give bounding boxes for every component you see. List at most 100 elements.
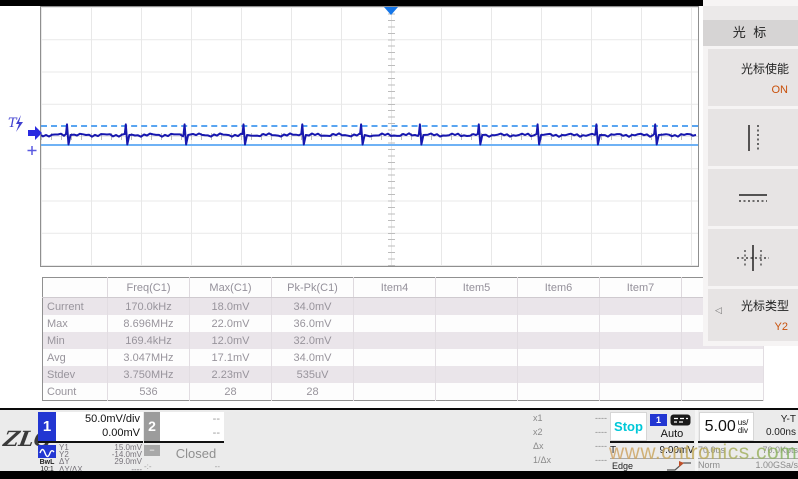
meas-cell	[518, 349, 600, 366]
chevron-left-icon: ◁	[715, 305, 722, 316]
meas-col-header: Max(C1)	[190, 278, 272, 298]
meas-cell	[436, 366, 518, 383]
cursor-x-label: 1/Δx	[533, 454, 551, 468]
meas-cell	[354, 315, 436, 332]
channel1-badge[interactable]: 1	[38, 412, 56, 441]
cursor-enable-value: ON	[708, 77, 798, 96]
meas-cell	[682, 383, 764, 401]
cursor-x-value: ----	[595, 426, 607, 440]
meas-cell	[354, 366, 436, 383]
waveform-trace	[41, 7, 698, 266]
timebase-readout[interactable]: 5.00 us/ div	[699, 412, 754, 441]
meas-cell: 3.047MHz	[108, 349, 190, 366]
meas-cell	[354, 349, 436, 366]
channel2-readout: -- --	[160, 412, 224, 441]
channel2-status: Closed	[158, 446, 234, 461]
bottom-frame-strip	[0, 471, 798, 479]
meas-row-label: Max	[43, 315, 108, 332]
meas-col-header: Item5	[436, 278, 518, 298]
meas-cell	[682, 349, 764, 366]
meas-col-header: Item4	[354, 278, 436, 298]
run-state-indicator[interactable]: Stop	[610, 412, 647, 441]
meas-row-label: Count	[43, 383, 108, 401]
meas-row-label: Current	[43, 298, 108, 316]
lightning-icon	[16, 115, 23, 132]
meas-cell	[518, 366, 600, 383]
channel2-ratio: -:-	[144, 462, 152, 471]
channel1-offset: 0.00mV	[56, 426, 140, 440]
channel1-position-arrow-icon[interactable]	[28, 126, 42, 140]
meas-row: Max8.696MHz22.0mV36.0mV	[43, 315, 764, 332]
meas-cell	[518, 298, 600, 316]
meas-cell: 36.0mV	[272, 315, 354, 332]
meas-col-header: Item6	[518, 278, 600, 298]
timebase-unit-bottom: div	[738, 426, 748, 435]
meas-cell	[436, 349, 518, 366]
cursor-x-label: Δx	[533, 440, 544, 454]
channel1-block[interactable]: 1 50.0mV/div 0.00mV BwL 10:1 Y115.0mV Y2…	[38, 412, 143, 470]
channel2-extra: --	[215, 462, 220, 471]
meas-row-label: Avg	[43, 349, 108, 366]
horizontal-cursors-icon	[737, 189, 769, 207]
cursor-enable-button[interactable]: 光标使能 ON	[708, 49, 798, 106]
meas-cell: 34.0mV	[272, 349, 354, 366]
measurement-table: Freq(C1)Max(C1)Pk-Pk(C1)Item4Item5Item6I…	[42, 277, 764, 401]
channel2-block[interactable]: 2 -- -- − Closed -:- --	[144, 412, 236, 470]
meas-corner-cell	[43, 278, 108, 298]
meas-row: Min169.4kHz12.0mV32.0mV	[43, 332, 764, 349]
meas-cell	[354, 383, 436, 401]
meas-cell	[518, 383, 600, 401]
meas-cell	[354, 332, 436, 349]
meas-col-header: Item7	[600, 278, 682, 298]
bandwidth-limit-label: BwL	[38, 459, 56, 466]
cursor-x-readouts: x1---- x2---- Δx---- 1/Δx----	[533, 412, 607, 470]
channel1-readout: 50.0mV/div 0.00mV	[56, 412, 143, 441]
channel2-offset: --	[160, 426, 220, 440]
meas-header-row: Freq(C1)Max(C1)Pk-Pk(C1)Item4Item5Item6I…	[43, 278, 764, 298]
meas-cell: 536	[108, 383, 190, 401]
meas-row-label: Stdev	[43, 366, 108, 383]
timebase-unit: us/ div	[738, 419, 749, 435]
meas-col-header: Freq(C1)	[108, 278, 190, 298]
cross-cursors-button[interactable]	[708, 229, 798, 286]
meas-cell: 17.1mV	[190, 349, 272, 366]
trigger-source-badge: 1	[650, 414, 667, 426]
pattern-icon	[670, 414, 691, 426]
meas-cell: 34.0mV	[272, 298, 354, 316]
meas-cell: 12.0mV	[190, 332, 272, 349]
meas-cell: 2.23mV	[190, 366, 272, 383]
meas-cell: 3.750MHz	[108, 366, 190, 383]
cursor-anchor-icon	[28, 146, 37, 155]
channel2-badge[interactable]: 2	[144, 412, 160, 441]
waveform-display	[40, 6, 699, 267]
cursor-x-value: ----	[595, 440, 607, 454]
meas-cell	[436, 298, 518, 316]
meas-cell: 28	[190, 383, 272, 401]
menu-title: 光 标	[703, 20, 798, 46]
meas-cell	[436, 383, 518, 401]
channel2-top-row: 2 -- --	[144, 412, 224, 443]
meas-row: Avg3.047MHz17.1mV34.0mV	[43, 349, 764, 366]
vertical-cursors-icon	[738, 122, 768, 154]
meas-cell	[354, 298, 436, 316]
cursor-x-value: ----	[595, 412, 607, 426]
channel1-scale: 50.0mV/div	[56, 412, 140, 426]
meas-cell	[436, 332, 518, 349]
watermark: www.cntronics.com	[609, 441, 797, 465]
channel-trigger-markers: T	[6, 112, 44, 158]
sidebar-top-strip	[703, 6, 798, 20]
meas-cell	[600, 383, 682, 401]
display-mode: Y-T	[754, 414, 796, 425]
cursor-menu-sidebar: 光 标 光标使能 ON ◁ 光标类型 Y2	[703, 0, 798, 346]
horizontal-cursors-button[interactable]	[708, 169, 798, 226]
meas-cell	[600, 366, 682, 383]
cursor-x-value: ----	[595, 454, 607, 468]
sine-wave-icon	[38, 445, 56, 458]
cursor-type-button[interactable]: ◁ 光标类型 Y2	[708, 289, 798, 341]
meas-cell: 169.4kHz	[108, 332, 190, 349]
meas-cell	[436, 315, 518, 332]
meas-cell	[518, 332, 600, 349]
cross-cursors-icon	[735, 242, 771, 274]
vertical-cursors-button[interactable]	[708, 109, 798, 166]
meas-cell	[682, 366, 764, 383]
